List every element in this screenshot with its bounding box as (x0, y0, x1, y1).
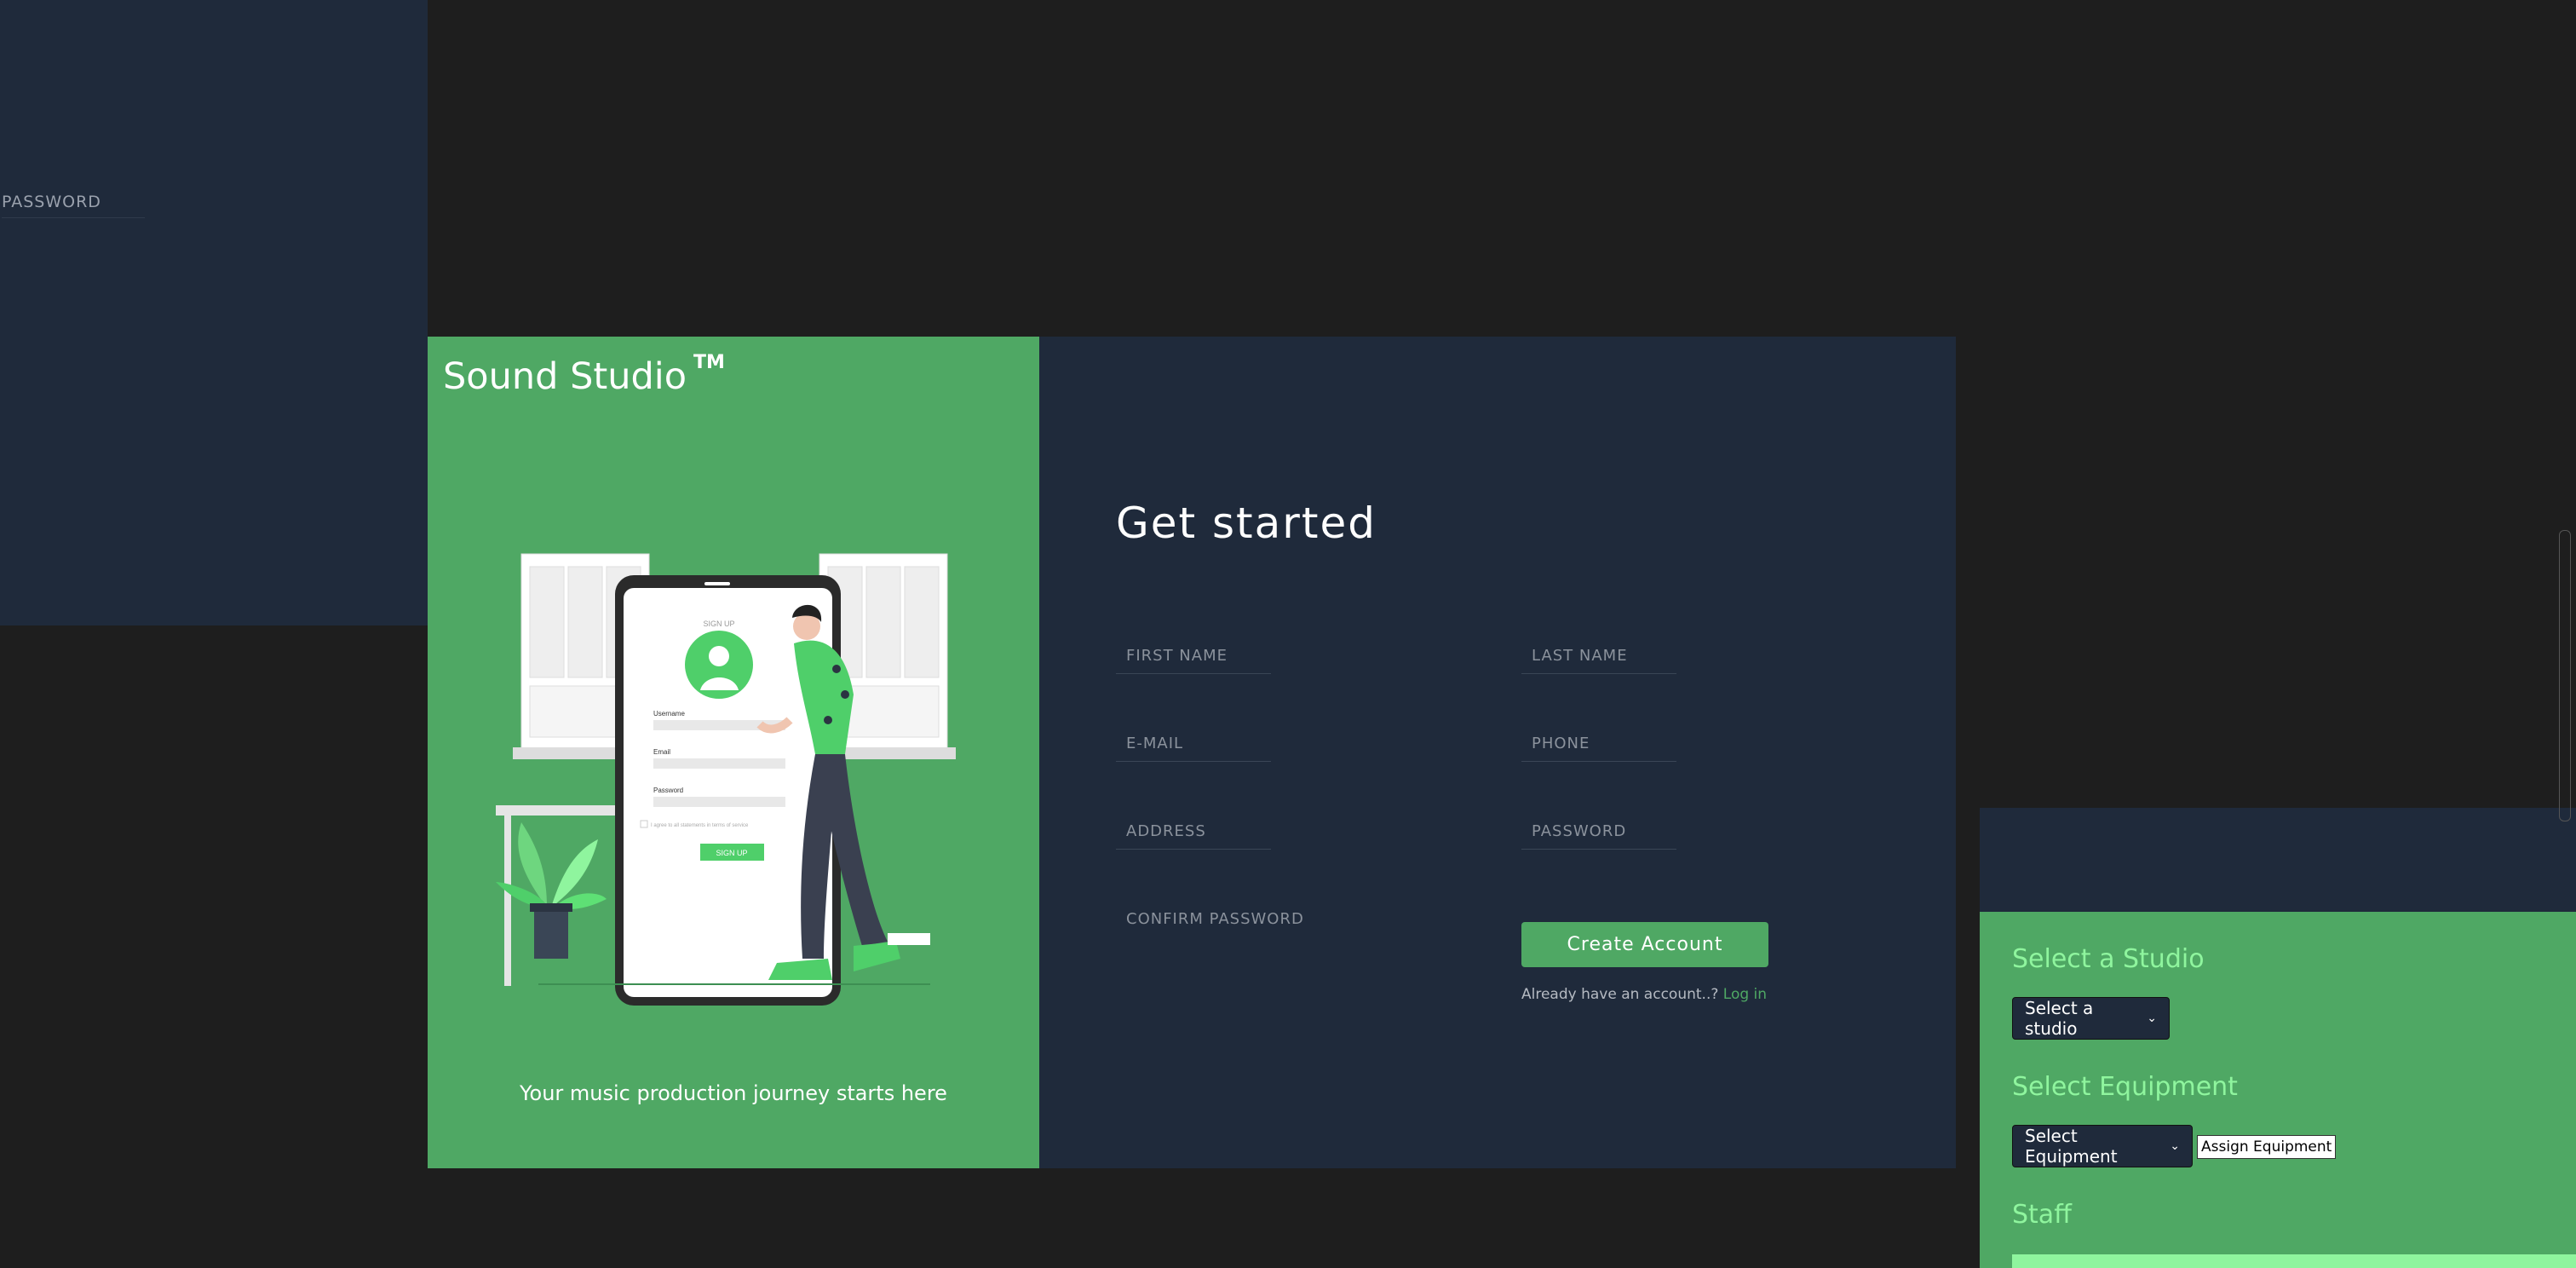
email-field[interactable]: E-MAIL (1116, 735, 1271, 762)
svg-text:SIGN UP: SIGN UP (716, 849, 747, 857)
phone-placeholder: PHONE (1532, 735, 1590, 752)
equipment-section-title: Select Equipment (2012, 1072, 2238, 1102)
first-name-field[interactable]: FIRST NAME (1116, 647, 1271, 674)
svg-text:SIGN UP: SIGN UP (703, 620, 734, 628)
studio-panel-body: Select a Studio Select a studio ⌄ Select… (1980, 912, 2576, 1268)
address-field[interactable]: ADDRESS (1116, 822, 1271, 850)
desk-top (496, 805, 632, 816)
form-heading: Get started (1116, 499, 1377, 548)
studio-panel: Select a Studio Select a studio ⌄ Select… (1980, 808, 2576, 1268)
signup-form: Get started FIRST NAME LAST NAME E-MAIL … (1039, 337, 1956, 1168)
background-panel: PASSWORD (0, 0, 428, 625)
login-prompt-text: Already have an account..? (1521, 986, 1719, 1003)
svg-text:Email: Email (653, 748, 670, 756)
plant (496, 822, 607, 959)
create-account-button[interactable]: Create Account (1521, 922, 1768, 967)
password-underline (2, 217, 145, 218)
studio-select[interactable]: Select a studio ⌄ (2012, 997, 2170, 1040)
phone-field[interactable]: PHONE (1521, 735, 1676, 762)
scrollbar[interactable] (2559, 530, 2571, 821)
email-placeholder: E-MAIL (1126, 735, 1184, 752)
brand-name: Sound Studio (443, 355, 687, 398)
assign-equipment-button[interactable]: Assign Equipment (2197, 1135, 2337, 1159)
chevron-down-icon: ⌄ (2170, 1139, 2180, 1153)
staff-table-header (2012, 1254, 2576, 1268)
chevron-down-icon: ⌄ (2147, 1012, 2157, 1025)
floor-box (888, 933, 930, 945)
last-name-placeholder: LAST NAME (1532, 647, 1628, 665)
last-name-field[interactable]: LAST NAME (1521, 647, 1676, 674)
tagline: Your music production journey starts her… (520, 1081, 947, 1105)
address-placeholder: ADDRESS (1126, 822, 1206, 840)
studio-select-value: Select a studio (2025, 998, 2094, 1039)
login-prompt: Already have an account..? Log in (1521, 986, 1767, 1003)
signup-illustration: SIGN UP Username Email Password I agree … (496, 553, 956, 1006)
equipment-select[interactable]: Select Equipment ⌄ (2012, 1125, 2193, 1167)
password-field[interactable]: PASSWORD (1521, 822, 1676, 850)
first-name-placeholder: FIRST NAME (1126, 647, 1228, 665)
login-link[interactable]: Log in (1723, 986, 1767, 1003)
confirm-password-field[interactable]: CONFIRM PASSWORD (1116, 910, 1303, 937)
password-label: PASSWORD (2, 193, 101, 211)
svg-text:I agree to all statements in t: I agree to all statements in terms of se… (651, 823, 749, 828)
password-placeholder: PASSWORD (1532, 822, 1627, 840)
svg-text:Password: Password (653, 787, 683, 794)
svg-text:Username: Username (653, 710, 685, 718)
confirm-password-placeholder: CONFIRM PASSWORD (1126, 910, 1304, 928)
staff-section-title: Staff (2012, 1200, 2072, 1230)
studio-section-title: Select a Studio (2012, 944, 2205, 974)
brand-panel: Sound Studio TM SIGN UP Username Email P… (428, 337, 1039, 1168)
signup-card: Sound Studio TM SIGN UP Username Email P… (428, 337, 1956, 1168)
trademark-mark: TM (693, 352, 725, 373)
brand-title: Sound Studio TM (443, 352, 725, 398)
equipment-select-value: Select Equipment (2025, 1126, 2118, 1167)
